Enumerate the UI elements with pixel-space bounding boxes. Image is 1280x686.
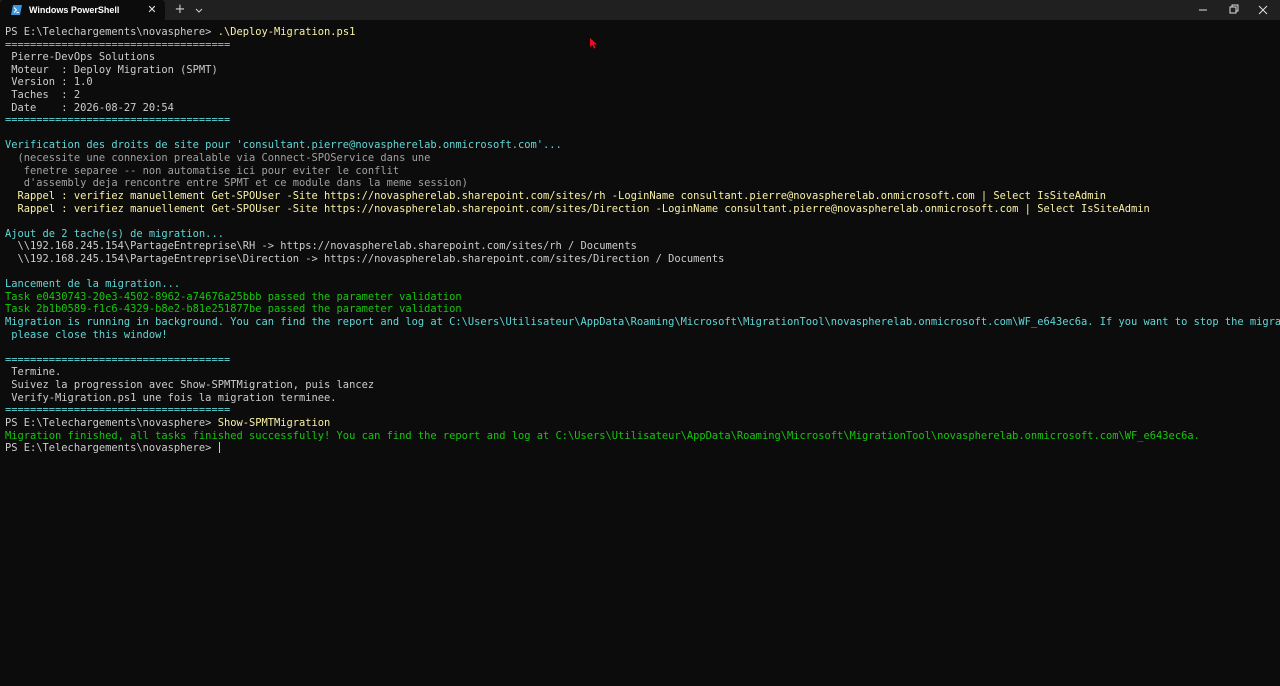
tab-title: Windows PowerShell: [29, 5, 120, 15]
chevron-down-icon[interactable]: [192, 2, 206, 18]
terminal-line: Date : 2026-08-27 20:54: [5, 102, 1277, 115]
terminal-text: PS E:\Telechargements\novasphere>: [5, 26, 218, 38]
terminal-text: Rappel : verifiez manuellement Get-SPOUs…: [5, 202, 1150, 215]
terminal-text: PS E:\Telechargements\novasphere>: [5, 416, 218, 429]
terminal-text: \\192.168.245.154\PartageEntreprise\Dire…: [5, 252, 725, 265]
terminal-text: Verify-Migration.ps1 une fois la migrati…: [5, 391, 337, 404]
terminal-text: ====================================: [5, 114, 231, 127]
terminal-line: Taches : 2: [5, 89, 1277, 102]
terminal-line: ====================================: [5, 39, 1277, 52]
text-cursor: [218, 442, 220, 454]
terminal-line: please close this window!: [5, 329, 1277, 342]
terminal-text: Termine.: [5, 366, 62, 379]
terminal-text: ====================================: [5, 353, 231, 366]
terminal-line: ====================================: [5, 404, 1277, 417]
terminal-line: Migration finished, all tasks finished s…: [5, 430, 1277, 443]
terminal-line: \\192.168.245.154\PartageEntreprise\Dire…: [5, 253, 1277, 266]
terminal-line: Termine.: [5, 366, 1277, 379]
terminal-line: ====================================: [5, 114, 1277, 127]
terminal-text: PS E:\Telechargements\novasphere>: [5, 442, 218, 455]
powershell-window: Windows PowerShell ✕ + PS E:\Telechargem…: [0, 0, 1280, 686]
terminal-text: Rappel : verifiez manuellement Get-SPOUs…: [5, 189, 1107, 202]
terminal-output[interactable]: PS E:\Telechargements\novasphere> .\Depl…: [5, 26, 1280, 682]
terminal-line: PS E:\Telechargements\novasphere>: [5, 442, 1277, 455]
terminal-line: Lancement de la migration...: [5, 278, 1277, 291]
terminal-text: Date : 2026-08-27 20:54: [5, 101, 174, 114]
terminal-line: Task 2b1b0589-f1c6-4329-b8e2-b81e251877b…: [5, 303, 1277, 316]
terminal-line: Verify-Migration.ps1 une fois la migrati…: [5, 392, 1277, 405]
terminal-text: Verification des droits de site pour 'co…: [5, 139, 562, 152]
mouse-pointer-icon: [590, 38, 597, 49]
terminal-text: Migration finished, all tasks finished s…: [5, 429, 1200, 442]
terminal-text: Moteur : Deploy Migration (SPMT): [5, 63, 218, 76]
terminal-text: \\192.168.245.154\PartageEntreprise\RH -…: [5, 240, 637, 253]
terminal-text: d'assembly deja rencontre entre SPMT et …: [5, 177, 468, 190]
terminal-text: Task e0430743-20e3-4502-8962-a74676a25bb…: [5, 290, 462, 303]
terminal-line: Ajout de 2 tache(s) de migration...: [5, 228, 1277, 241]
minimize-icon[interactable]: [1188, 0, 1218, 20]
terminal-text: Ajout de 2 tache(s) de migration...: [5, 227, 224, 240]
terminal-text: Taches : 2: [5, 89, 81, 102]
terminal-line: \\192.168.245.154\PartageEntreprise\RH -…: [5, 240, 1277, 253]
terminal-line: Rappel : verifiez manuellement Get-SPOUs…: [5, 203, 1277, 216]
tab-windows-powershell[interactable]: Windows PowerShell ✕: [0, 0, 165, 20]
terminal-text: Lancement de la migration...: [5, 278, 181, 291]
restore-icon[interactable]: [1218, 0, 1248, 20]
terminal-line: Pierre-DevOps Solutions: [5, 51, 1277, 64]
terminal-text: Task 2b1b0589-f1c6-4329-b8e2-b81e251877b…: [5, 303, 462, 316]
terminal-text: please close this window!: [5, 328, 168, 341]
close-tab-icon[interactable]: ✕: [145, 3, 159, 17]
terminal-text: (necessite une connexion prealable via C…: [5, 152, 431, 165]
terminal-line: PS E:\Telechargements\novasphere> Show-S…: [5, 417, 1277, 430]
powershell-icon: [11, 5, 22, 15]
terminal-text: Migration is running in background. You …: [5, 316, 1280, 329]
terminal-line: Task e0430743-20e3-4502-8962-a74676a25bb…: [5, 291, 1277, 304]
title-bar[interactable]: Windows PowerShell ✕ +: [0, 0, 1280, 20]
terminal-line: Rappel : verifiez manuellement Get-SPOUs…: [5, 190, 1277, 203]
terminal-text: fenetre separee -- non automatise ici po…: [5, 164, 400, 177]
terminal-line: (necessite une connexion prealable via C…: [5, 152, 1277, 165]
terminal-line: ====================================: [5, 354, 1277, 367]
terminal-line: d'assembly deja rencontre entre SPMT et …: [5, 177, 1277, 190]
terminal-line: Version : 1.0: [5, 76, 1277, 89]
new-tab-icon[interactable]: +: [172, 2, 188, 18]
terminal-text: ====================================: [5, 404, 231, 417]
terminal-text: Show-SPMTMigration: [217, 416, 331, 429]
terminal-text: ====================================: [5, 38, 231, 51]
terminal-line: Moteur : Deploy Migration (SPMT): [5, 64, 1277, 77]
terminal-text: Version : 1.0: [5, 76, 93, 89]
close-window-icon[interactable]: [1248, 0, 1278, 20]
terminal-line: Migration is running in background. You …: [5, 316, 1280, 329]
terminal-line: PS E:\Telechargements\novasphere> .\Depl…: [5, 26, 1277, 39]
terminal-line: Suivez la progression avec Show-SPMTMigr…: [5, 379, 1277, 392]
terminal-text: Suivez la progression avec Show-SPMTMigr…: [5, 379, 375, 392]
terminal-line: fenetre separee -- non automatise ici po…: [5, 165, 1277, 178]
terminal-text: Pierre-DevOps Solutions: [5, 51, 156, 64]
terminal-line: Verification des droits de site pour 'co…: [5, 139, 1277, 152]
terminal-text: .\Deploy-Migration.ps1: [217, 26, 356, 38]
